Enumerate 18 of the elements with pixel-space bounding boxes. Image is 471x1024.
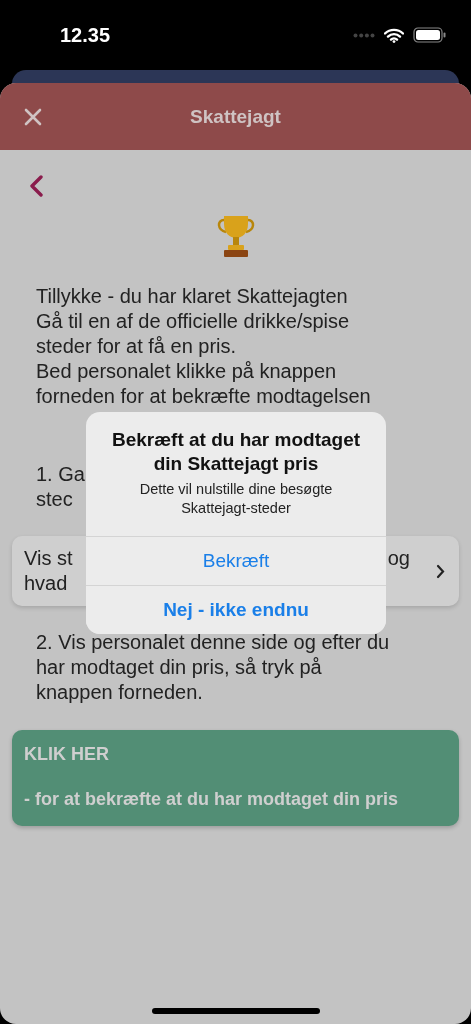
card-text: Vis st — [24, 546, 73, 571]
close-icon[interactable] — [24, 108, 42, 126]
card-text: og — [387, 546, 410, 571]
chevron-right-icon — [436, 563, 445, 579]
confirm-button[interactable]: KLIK HER - for at bekræfte at du har modtaget din pris — [12, 730, 459, 826]
dialog-message: Dette vil nulstille dine besøgte Skattejagt-steder — [138, 480, 334, 518]
step-text: 1. Ga — [36, 462, 85, 487]
step-text: stec — [36, 487, 73, 512]
back-icon[interactable] — [29, 175, 43, 197]
battery-icon — [413, 27, 446, 43]
dialog-action[interactable]: Nej - ikke endnu — [86, 585, 386, 634]
card-text: hvad — [24, 571, 68, 596]
dialog-title: Bekræft at du har modtaget din Skattejagt pris — [110, 428, 362, 476]
status-time: 12.35 — [60, 23, 111, 47]
intro-text: Tillykke - du har klaret Skattejagten Gå til en af de officielle drikke/spise steder for at få en pris. Bed personalet klikke på knappen forneden for at bekræfte modtagelsen — [36, 284, 372, 409]
signal-icon — [353, 32, 375, 38]
header-title: Skattejagt — [190, 105, 281, 128]
wifi-icon — [384, 27, 404, 43]
